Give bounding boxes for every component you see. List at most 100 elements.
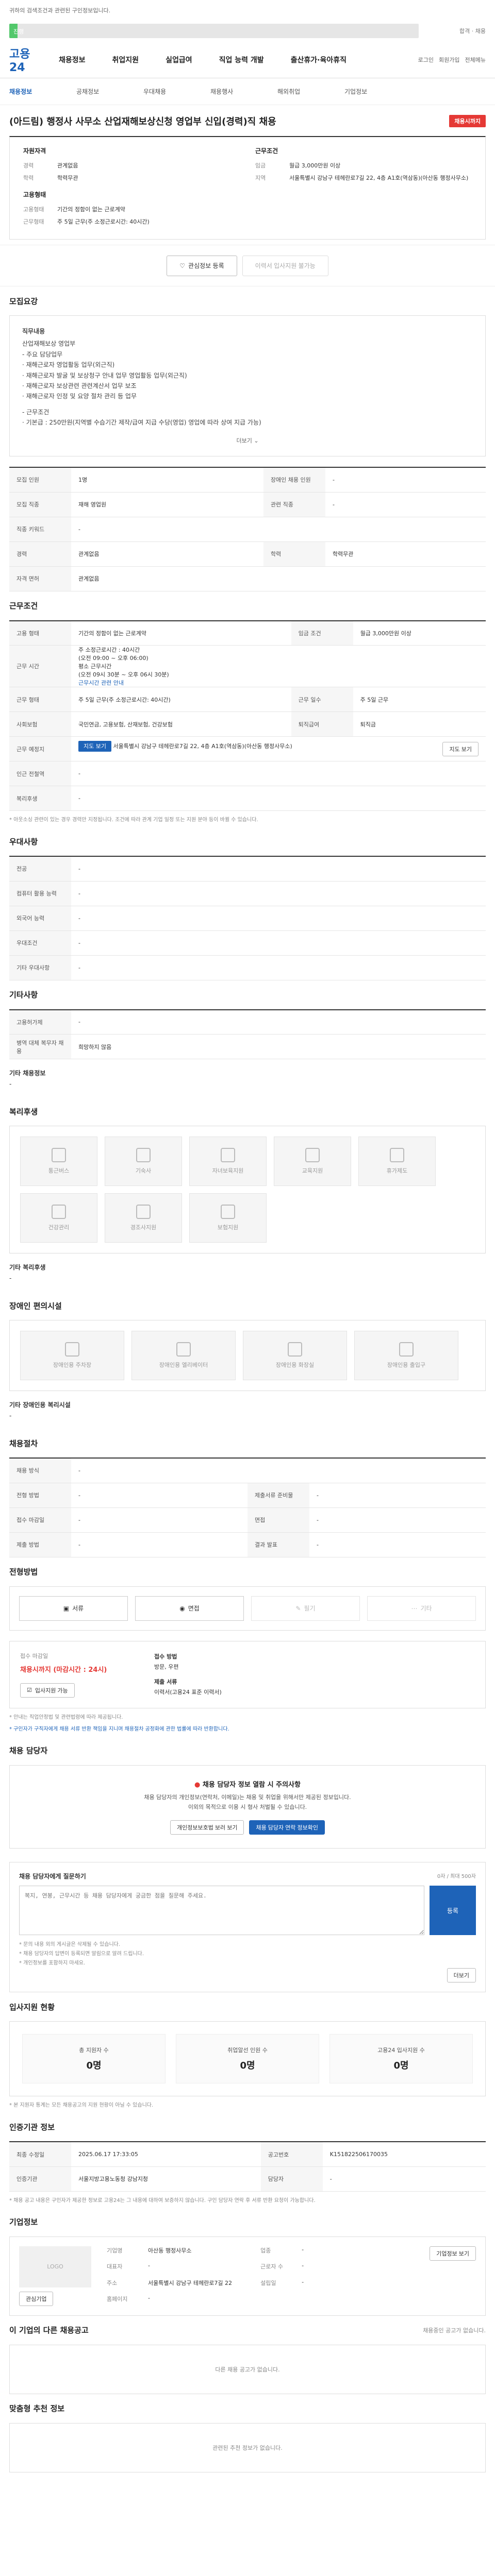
apply-button[interactable]: ☑ 입사지원 가능 bbox=[20, 1683, 75, 1698]
method-written: ✎ 필기 bbox=[251, 1596, 360, 1621]
welfare-item: 기숙사 bbox=[105, 1137, 182, 1187]
sub-nav-item[interactable]: 공채정보 bbox=[76, 87, 143, 96]
job-summary: 자원자격 경력 관계없음 학력 학력무관 고용형태 고용형태 기간의 정함이 없는 근… bbox=[9, 136, 486, 240]
info-key: 기업명 bbox=[107, 2247, 123, 2254]
info-key: 대표자 bbox=[107, 2263, 123, 2270]
condition-note: * 아웃소싱 관련이 있는 경우 경력만 지정됩니다. 조건에 따라 관계 기업… bbox=[9, 817, 258, 823]
sub-nav-item[interactable]: 해외취업 bbox=[277, 87, 344, 96]
company-box: LOGO 관심기업 기업명 아산동 행정사무소 업종 - 대표자 - 근로자 수 - 주소 서… bbox=[9, 2236, 486, 2316]
more-link[interactable]: 더보기 bbox=[236, 437, 252, 444]
company-info: 기업명 아산동 행정사무소 업종 - 대표자 - 근로자 수 - 주소 서울특별시 강남구 테… bbox=[107, 2246, 414, 2306]
apply-disabled-button[interactable]: 이력서 입사지원 불가능 bbox=[242, 255, 328, 276]
summary-key: 지역 bbox=[255, 175, 266, 181]
privacy-law-button[interactable]: 개인정보보호법 보러 보기 bbox=[170, 1820, 244, 1835]
question-input[interactable] bbox=[19, 1886, 424, 1936]
table-row: 경력 관계없음 학력 학력무관 bbox=[9, 541, 486, 567]
table-key: 컴퓨터 활용 능력 bbox=[9, 881, 71, 906]
welfare-label: 건강관리 bbox=[48, 1224, 70, 1231]
info-value: - bbox=[148, 2295, 150, 2302]
apply-box: 접수 마감일 채용시까지 (마감시간 : 24시) ☑ 입사지원 가능 접수 방법… bbox=[9, 1640, 486, 1708]
table-key: 퇴직급여 bbox=[291, 711, 353, 737]
time-line: (오전 09:00 ~ 오후 06:00) bbox=[78, 655, 148, 662]
table-row: 채용 방식 - bbox=[9, 1458, 486, 1483]
table-key: 기타 우대사항 bbox=[9, 955, 71, 980]
time-line: 주 소정근로시간 : 40시간 bbox=[78, 647, 140, 654]
table-value: - bbox=[71, 1483, 248, 1508]
status-note: * 본 지원자 통계는 모든 채용공고의 지원 현황이 아닐 수 있습니다. bbox=[9, 2103, 154, 2109]
welfare-item: 통근버스 bbox=[20, 1137, 97, 1187]
info-value: - bbox=[302, 2246, 304, 2253]
table-key: 우대조건 bbox=[9, 930, 71, 956]
map-badge[interactable]: 지도 보기 bbox=[78, 740, 111, 752]
table-value: - bbox=[325, 467, 486, 493]
table-value: 관계없음 bbox=[71, 541, 263, 567]
menu-item-benefits[interactable]: 실업급여 bbox=[152, 55, 206, 65]
parking-icon bbox=[65, 1342, 79, 1357]
stat-label: 고용24 입사지원 수 bbox=[377, 2047, 425, 2054]
table-value: - bbox=[71, 1507, 248, 1533]
table-key: 외국어 능력 bbox=[9, 906, 71, 931]
menu-item-support[interactable]: 취업지원 bbox=[99, 55, 153, 65]
qa-note: * 개인정보를 포함하지 마세요. bbox=[19, 1960, 86, 1967]
table-value: - bbox=[309, 1483, 486, 1508]
sub-nav-item[interactable]: 우대채용 bbox=[143, 87, 210, 96]
signup-link[interactable]: 회원가입 bbox=[439, 56, 459, 64]
vacation-icon bbox=[390, 1148, 404, 1163]
contact-info-button[interactable]: 채용 담당자 연락 정보확인 bbox=[249, 1820, 325, 1835]
welfare-label: 기숙사 bbox=[135, 1167, 152, 1175]
menu-item-jobs[interactable]: 채용정보 bbox=[45, 55, 99, 65]
job-description: 직무내용 산업재해보상 영업부 - 주요 담당업무 · 재해근로자 영업활동 업… bbox=[9, 315, 486, 457]
menu-item-training[interactable]: 직업 능력 개발 bbox=[206, 55, 277, 65]
deadline-label: 접수 마감일 bbox=[20, 1652, 48, 1659]
table-key: 장애인 채용 인원 bbox=[263, 467, 325, 493]
map-view-button[interactable]: 지도 보기 bbox=[442, 741, 478, 756]
summary-heading: 고용형태 bbox=[23, 191, 46, 198]
welfare-label: 경조사지원 bbox=[130, 1224, 157, 1231]
method-other: ⋯ 기타 bbox=[367, 1596, 476, 1621]
company-interest-button[interactable]: 관심기업 bbox=[19, 2291, 54, 2306]
facility-label: 장애인용 주차장 bbox=[53, 1362, 92, 1369]
table-key: 공고번호 bbox=[260, 2142, 323, 2167]
section-title: 인증기관 정보 bbox=[9, 2122, 55, 2132]
sub-nav-item[interactable]: 기업정보 bbox=[344, 87, 411, 96]
table-key: 전공 bbox=[9, 856, 71, 882]
company-more-button[interactable]: 기업정보 보기 bbox=[430, 2246, 476, 2261]
alert-line: 채용 담당자의 개인정보(연락처, 이메일)는 채용 및 취업을 위해서만 제공… bbox=[144, 1793, 351, 1801]
alert-title: 채용 담당자 정보 열람 시 주의사항 bbox=[202, 1781, 301, 1789]
main-menu: 채용정보 취업지원 실업급여 직업 능력 개발 출산휴가·육아휴직 bbox=[45, 55, 418, 65]
chevron-down-icon: ⌄ bbox=[254, 437, 259, 444]
qa-more-button[interactable]: 더보기 bbox=[447, 1968, 476, 1983]
method-label: 기타 bbox=[420, 1605, 432, 1613]
table-value: 재해 영업원 bbox=[71, 492, 263, 517]
section-title: 이 기업의 다른 채용공고 bbox=[9, 2326, 89, 2335]
table-value: - bbox=[71, 906, 486, 931]
all-menu-button[interactable]: 전체메뉴 bbox=[465, 56, 486, 64]
menu-item-leave[interactable]: 출산휴가·육아휴직 bbox=[277, 55, 360, 65]
etc-section: 기타사항 고용허가제 - 병역 대체 복무자 채용 희망하지 않음 기타 채용정보 … bbox=[0, 980, 495, 1097]
interest-button[interactable]: ♡ 관심정보 등록 bbox=[167, 255, 237, 276]
table-key: 관련 직종 bbox=[263, 492, 325, 517]
table-value: - bbox=[71, 930, 486, 956]
site-logo[interactable]: 고용24 bbox=[9, 45, 45, 74]
table-value: 퇴직금 bbox=[353, 711, 486, 737]
table-value: - bbox=[71, 881, 486, 906]
question-submit-button[interactable]: 등록 bbox=[430, 1886, 476, 1936]
table-value: - bbox=[325, 492, 486, 517]
check-icon: ☑ bbox=[27, 1687, 32, 1694]
section-title: 입사지원 현황 bbox=[9, 2002, 55, 2012]
desc-line: · 재해근로자 발굴 및 보상청구 안내 업무 영업활동 업무(외근직) bbox=[22, 371, 187, 379]
table-value: - bbox=[71, 1532, 248, 1557]
insurance-icon bbox=[221, 1205, 235, 1219]
sub-title: 기타 복리후생 bbox=[9, 1264, 46, 1272]
more-icon: ⋯ bbox=[411, 1604, 418, 1612]
recruit-table: 모집 인원 1명 장애인 채용 인원 - 모집 직종 재해 영업원 관련 직종 - 직종 키… bbox=[9, 467, 486, 591]
table-key: 모집 인원 bbox=[9, 467, 71, 493]
table-row: 병역 대체 복무자 채용 희망하지 않음 bbox=[9, 1034, 486, 1060]
table-value: - bbox=[309, 1507, 486, 1533]
login-link[interactable]: 로그인 bbox=[418, 56, 434, 64]
time-link[interactable]: 근무시간 관련 안내 bbox=[78, 679, 478, 687]
sub-nav-item[interactable]: 채용정보 bbox=[9, 87, 76, 96]
section-title: 기타사항 bbox=[9, 990, 38, 1000]
table-key: 병역 대체 복무자 채용 bbox=[9, 1034, 71, 1060]
sub-nav-item[interactable]: 채용행사 bbox=[210, 87, 277, 96]
